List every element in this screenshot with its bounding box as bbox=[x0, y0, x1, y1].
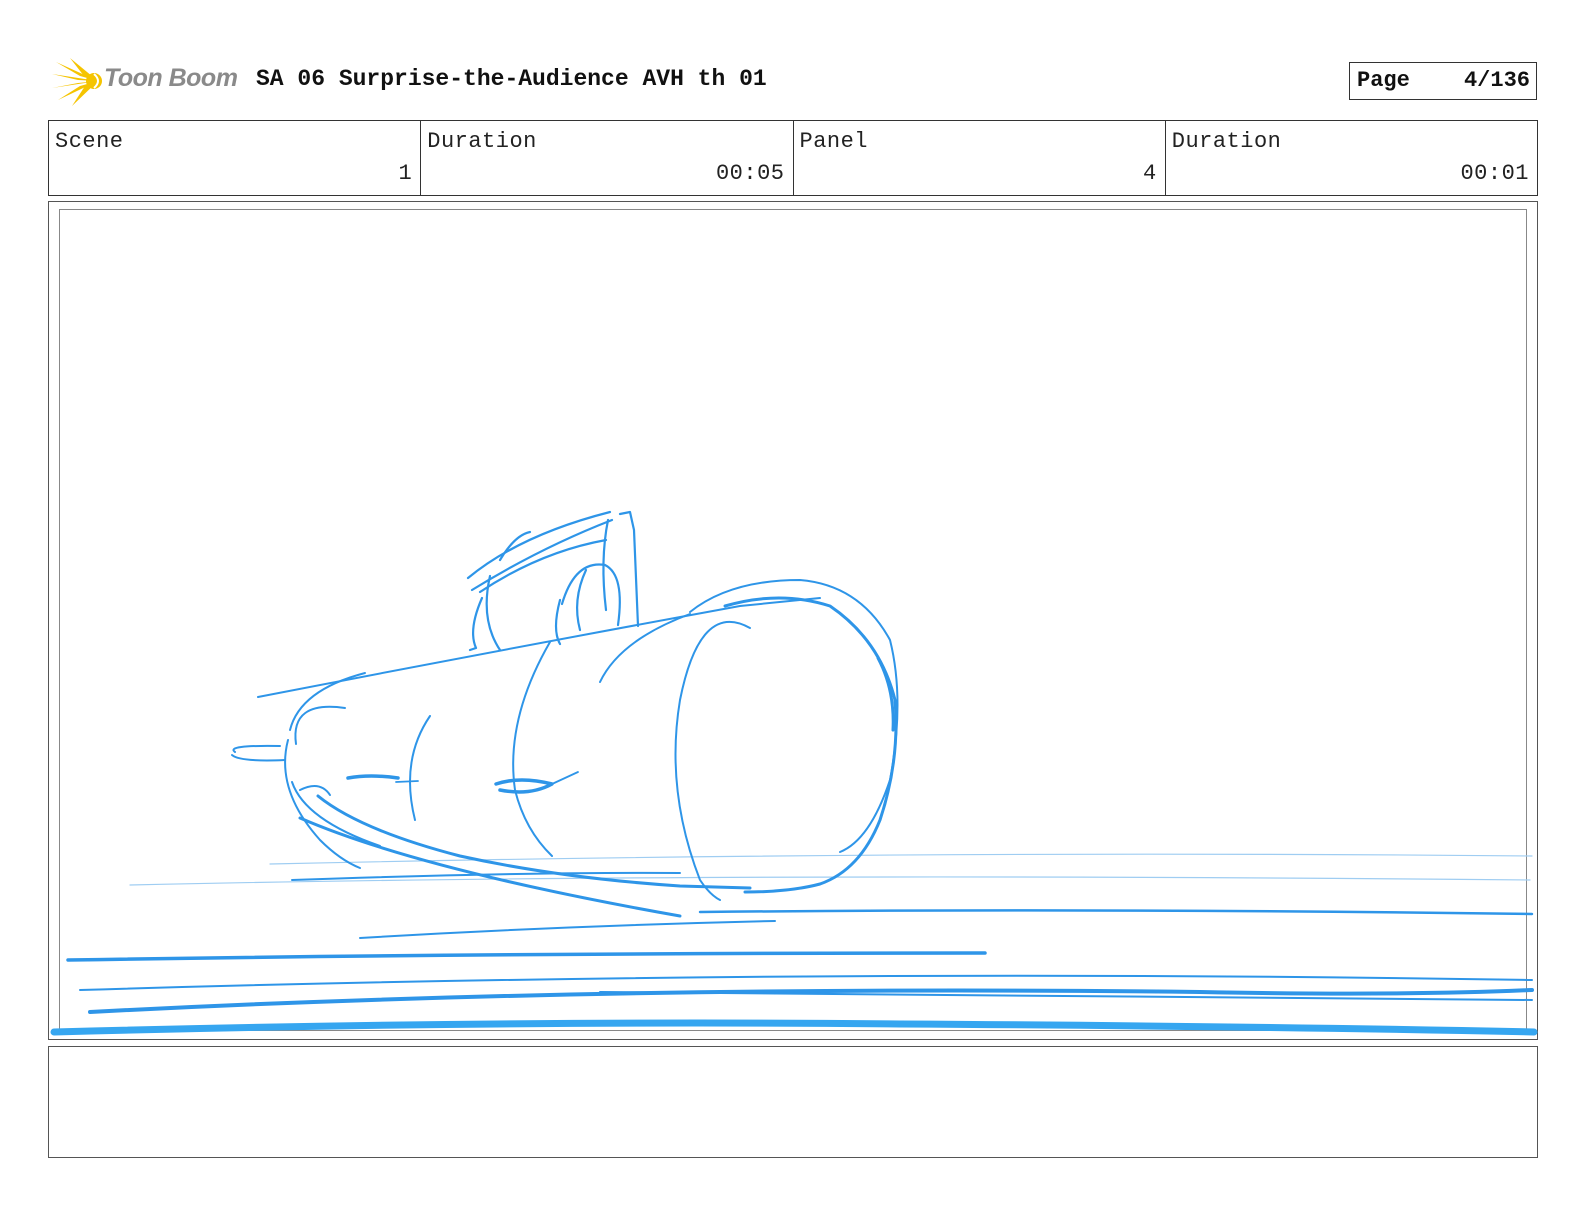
logo-text: Toon Boom bbox=[104, 64, 238, 92]
panel-safe-area bbox=[59, 209, 1527, 1031]
scene-duration-label: Duration bbox=[427, 129, 537, 154]
storyboard-panel bbox=[48, 201, 1538, 1040]
page-number: 4/136 bbox=[1463, 68, 1530, 93]
page-label: Page bbox=[1357, 68, 1410, 93]
page-indicator: Page 4/136 bbox=[1349, 62, 1537, 100]
document-title: SA 06 Surprise-the-Audience AVH th 01 bbox=[256, 66, 767, 92]
scene-label: Scene bbox=[55, 129, 124, 154]
panel-duration-label: Duration bbox=[1171, 129, 1282, 154]
panel-value: 4 bbox=[1143, 161, 1157, 186]
panel-cell: Panel 4 bbox=[794, 121, 1166, 195]
panel-notes-box[interactable] bbox=[48, 1046, 1538, 1158]
scene-duration-value: 00:05 bbox=[715, 161, 785, 186]
panel-info-row: Scene 1 Duration 00:05 Panel 4 Duration … bbox=[48, 120, 1538, 196]
panel-label: Panel bbox=[799, 129, 869, 154]
scene-value: 1 bbox=[398, 161, 413, 186]
scene-duration-cell: Duration 00:05 bbox=[421, 121, 794, 195]
panel-duration-value: 00:01 bbox=[1460, 161, 1529, 186]
panel-duration-cell: Duration 00:01 bbox=[1166, 121, 1537, 195]
scene-cell: Scene 1 bbox=[49, 121, 422, 195]
